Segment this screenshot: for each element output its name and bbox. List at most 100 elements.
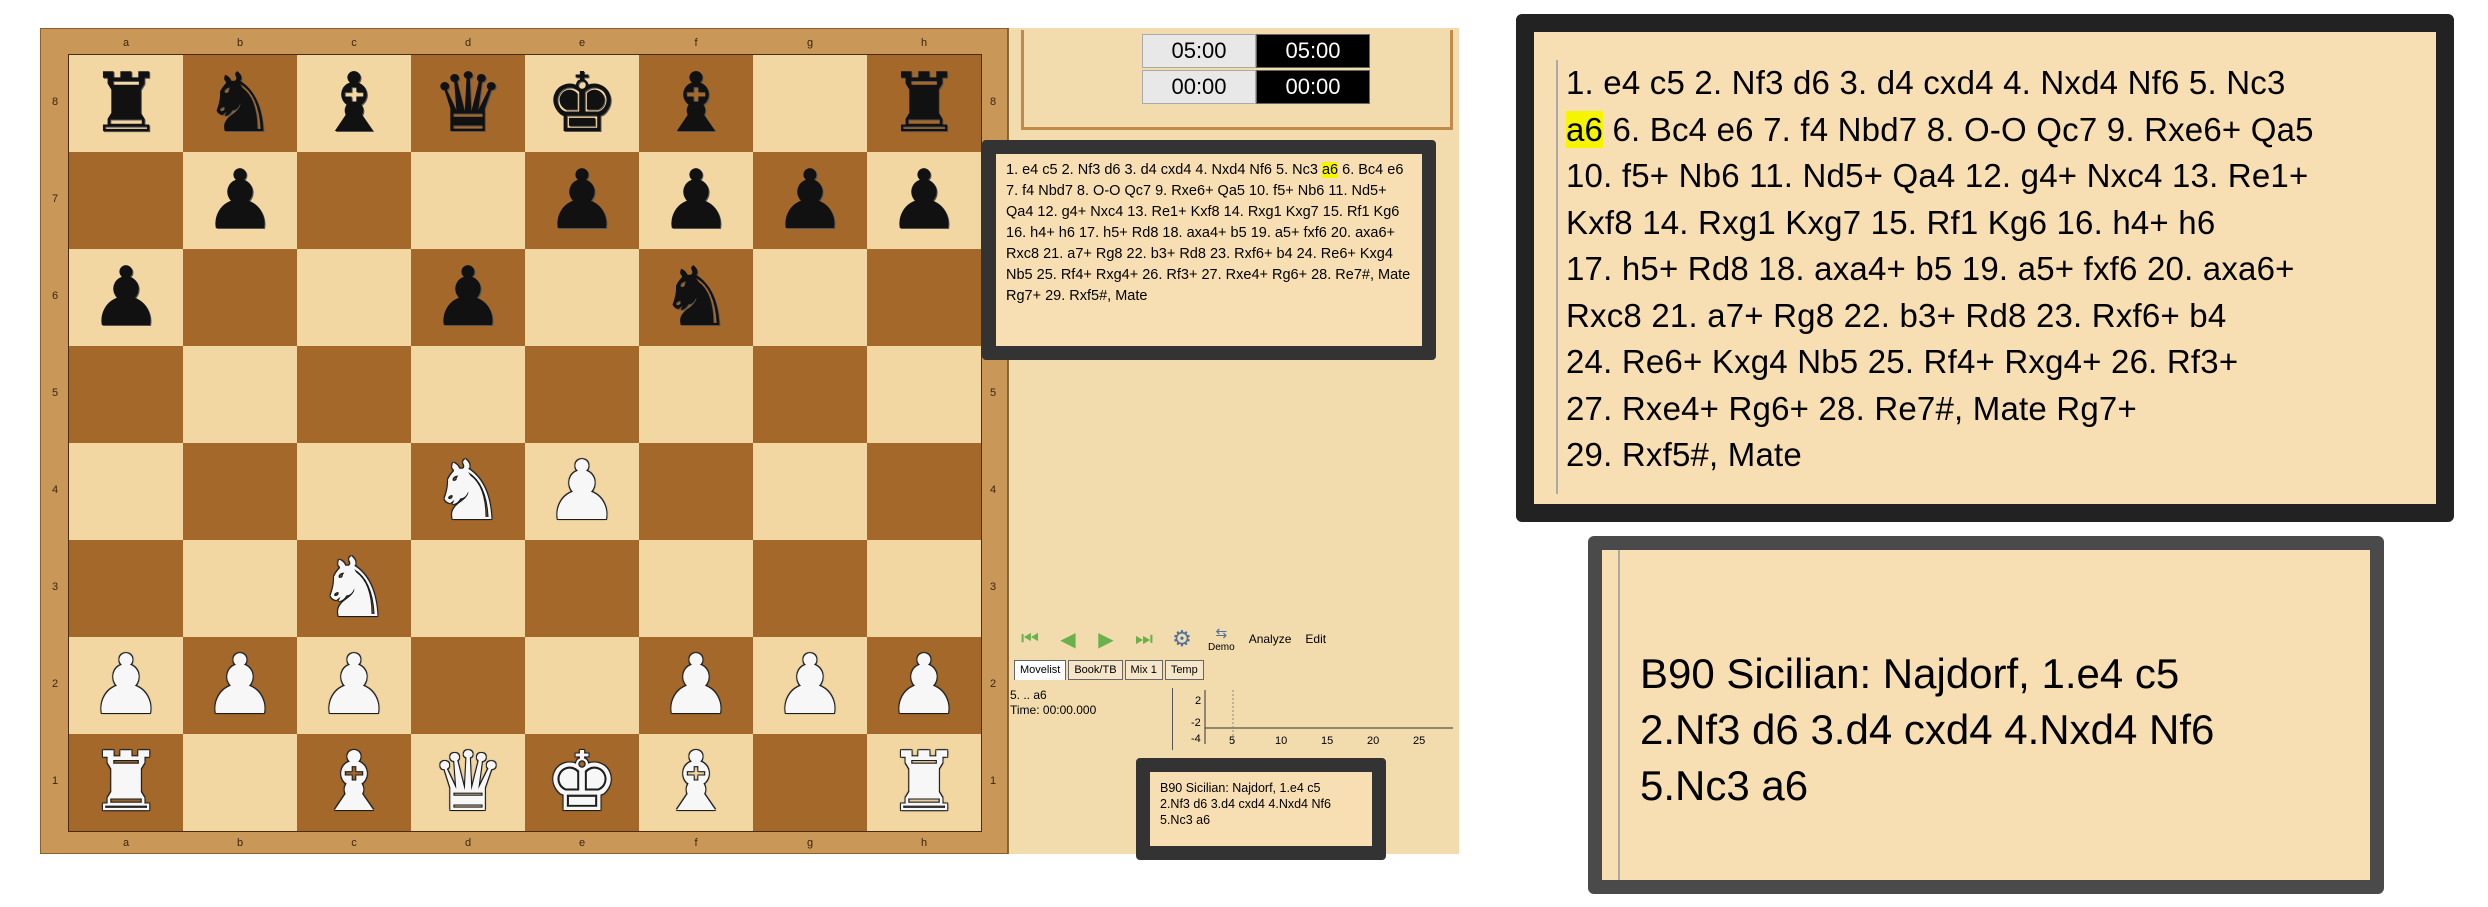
square-b1[interactable] bbox=[183, 734, 297, 831]
square-h6[interactable] bbox=[867, 249, 981, 346]
square-e2[interactable] bbox=[525, 637, 639, 734]
square-d8[interactable]: ♛ bbox=[411, 55, 525, 152]
square-f6[interactable]: ♞ bbox=[639, 249, 753, 346]
square-a8[interactable]: ♜ bbox=[69, 55, 183, 152]
white-bishop-icon[interactable]: ♝ bbox=[659, 741, 733, 824]
gear-icon[interactable]: ⚙ bbox=[1170, 626, 1194, 651]
square-g7[interactable]: ♟ bbox=[753, 152, 867, 249]
square-b4[interactable] bbox=[183, 443, 297, 540]
square-b5[interactable] bbox=[183, 346, 297, 443]
square-d2[interactable] bbox=[411, 637, 525, 734]
movelist-panel[interactable]: 1. e4 c5 2. Nf3 d6 3. d4 cxd4 4. Nxd4 Nf… bbox=[982, 140, 1436, 360]
square-c3[interactable]: ♞ bbox=[297, 540, 411, 637]
black-pawn-icon[interactable]: ♟ bbox=[659, 159, 733, 242]
square-c5[interactable] bbox=[297, 346, 411, 443]
square-f1[interactable]: ♝ bbox=[639, 734, 753, 831]
square-b6[interactable] bbox=[183, 249, 297, 346]
white-knight-icon[interactable]: ♞ bbox=[431, 450, 505, 533]
black-pawn-icon[interactable]: ♟ bbox=[89, 256, 163, 339]
square-a3[interactable] bbox=[69, 540, 183, 637]
square-b2[interactable]: ♟ bbox=[183, 637, 297, 734]
square-g1[interactable] bbox=[753, 734, 867, 831]
white-queen-icon[interactable]: ♛ bbox=[431, 741, 505, 824]
square-e8[interactable]: ♚ bbox=[525, 55, 639, 152]
white-pawn-icon[interactable]: ♟ bbox=[773, 644, 847, 727]
square-h7[interactable]: ♟ bbox=[867, 152, 981, 249]
square-g4[interactable] bbox=[753, 443, 867, 540]
square-e3[interactable] bbox=[525, 540, 639, 637]
square-h2[interactable]: ♟ bbox=[867, 637, 981, 734]
square-c2[interactable]: ♟ bbox=[297, 637, 411, 734]
square-a7[interactable] bbox=[69, 152, 183, 249]
square-f3[interactable] bbox=[639, 540, 753, 637]
square-e4[interactable]: ♟ bbox=[525, 443, 639, 540]
square-f7[interactable]: ♟ bbox=[639, 152, 753, 249]
black-knight-icon[interactable]: ♞ bbox=[203, 62, 277, 145]
white-knight-icon[interactable]: ♞ bbox=[317, 547, 391, 630]
white-rook-icon[interactable]: ♜ bbox=[887, 741, 961, 824]
square-f4[interactable] bbox=[639, 443, 753, 540]
square-g8[interactable] bbox=[753, 55, 867, 152]
square-h4[interactable] bbox=[867, 443, 981, 540]
white-pawn-icon[interactable]: ♟ bbox=[545, 450, 619, 533]
black-pawn-icon[interactable]: ♟ bbox=[887, 159, 961, 242]
white-bishop-icon[interactable]: ♝ bbox=[317, 741, 391, 824]
white-pawn-icon[interactable]: ♟ bbox=[89, 644, 163, 727]
square-a4[interactable] bbox=[69, 443, 183, 540]
square-e5[interactable] bbox=[525, 346, 639, 443]
tab-movelist[interactable]: Movelist bbox=[1014, 660, 1067, 680]
black-knight-icon[interactable]: ♞ bbox=[659, 256, 733, 339]
square-f2[interactable]: ♟ bbox=[639, 637, 753, 734]
black-bishop-icon[interactable]: ♝ bbox=[659, 62, 733, 145]
square-d6[interactable]: ♟ bbox=[411, 249, 525, 346]
demo-button[interactable]: ⇆ Demo bbox=[1208, 625, 1235, 653]
square-h8[interactable]: ♜ bbox=[867, 55, 981, 152]
black-pawn-icon[interactable]: ♟ bbox=[203, 159, 277, 242]
square-d5[interactable] bbox=[411, 346, 525, 443]
square-h3[interactable] bbox=[867, 540, 981, 637]
square-c4[interactable] bbox=[297, 443, 411, 540]
white-rook-icon[interactable]: ♜ bbox=[89, 741, 163, 824]
square-b7[interactable]: ♟ bbox=[183, 152, 297, 249]
black-pawn-icon[interactable]: ♟ bbox=[773, 159, 847, 242]
square-b8[interactable]: ♞ bbox=[183, 55, 297, 152]
previous-move-icon[interactable]: ◀ bbox=[1056, 628, 1080, 651]
square-h5[interactable] bbox=[867, 346, 981, 443]
tab-temp[interactable]: Temp bbox=[1164, 660, 1204, 680]
white-pawn-icon[interactable]: ♟ bbox=[887, 644, 961, 727]
black-pawn-icon[interactable]: ♟ bbox=[545, 159, 619, 242]
black-bishop-icon[interactable]: ♝ bbox=[317, 62, 391, 145]
current-move-highlight[interactable]: a6 bbox=[1321, 162, 1339, 178]
square-e1[interactable]: ♚ bbox=[525, 734, 639, 831]
square-g2[interactable]: ♟ bbox=[753, 637, 867, 734]
tab-book-tb[interactable]: Book/TB bbox=[1068, 660, 1123, 680]
square-d3[interactable] bbox=[411, 540, 525, 637]
square-g6[interactable] bbox=[753, 249, 867, 346]
square-d4[interactable]: ♞ bbox=[411, 443, 525, 540]
first-move-icon[interactable]: ⏮ bbox=[1018, 628, 1042, 650]
square-a6[interactable]: ♟ bbox=[69, 249, 183, 346]
edit-button[interactable]: Edit bbox=[1305, 632, 1326, 646]
square-c7[interactable] bbox=[297, 152, 411, 249]
white-pawn-icon[interactable]: ♟ bbox=[317, 644, 391, 727]
black-pawn-icon[interactable]: ♟ bbox=[431, 256, 505, 339]
next-move-icon[interactable]: ▶ bbox=[1094, 628, 1118, 651]
black-king-icon[interactable]: ♚ bbox=[545, 62, 619, 145]
square-c6[interactable] bbox=[297, 249, 411, 346]
square-g3[interactable] bbox=[753, 540, 867, 637]
square-f8[interactable]: ♝ bbox=[639, 55, 753, 152]
square-c8[interactable]: ♝ bbox=[297, 55, 411, 152]
square-d7[interactable] bbox=[411, 152, 525, 249]
white-king-icon[interactable]: ♚ bbox=[545, 741, 619, 824]
square-e6[interactable] bbox=[525, 249, 639, 346]
square-d1[interactable]: ♛ bbox=[411, 734, 525, 831]
black-rook-icon[interactable]: ♜ bbox=[887, 62, 961, 145]
square-g5[interactable] bbox=[753, 346, 867, 443]
last-move-icon[interactable]: ⏭ bbox=[1132, 628, 1156, 650]
square-c1[interactable]: ♝ bbox=[297, 734, 411, 831]
white-pawn-icon[interactable]: ♟ bbox=[203, 644, 277, 727]
white-pawn-icon[interactable]: ♟ bbox=[659, 644, 733, 727]
square-a2[interactable]: ♟ bbox=[69, 637, 183, 734]
square-h1[interactable]: ♜ bbox=[867, 734, 981, 831]
black-queen-icon[interactable]: ♛ bbox=[431, 62, 505, 145]
